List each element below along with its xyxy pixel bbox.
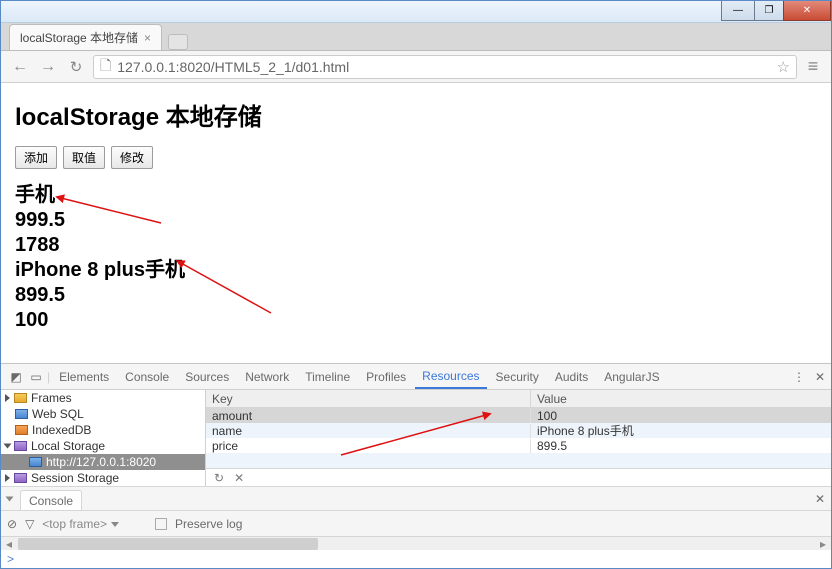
refresh-icon[interactable]: ↻ <box>214 471 224 485</box>
clear-console-icon[interactable]: ⊘ <box>7 517 17 531</box>
output-line: 899.5 <box>15 283 817 308</box>
horizontal-scrollbar[interactable]: ◂▸ <box>1 536 831 550</box>
folder-icon <box>14 393 27 403</box>
delete-icon[interactable]: ✕ <box>234 471 244 485</box>
devtools-tab-elements[interactable]: Elements <box>52 366 116 388</box>
sidebar-item-localstorage[interactable]: Local Storage <box>1 438 205 454</box>
devtools-more-icon[interactable]: ⋮ <box>793 370 805 384</box>
browser-tabstrip: localStorage 本地存储 × <box>1 23 831 51</box>
cell-value: iPhone 8 plus手机 <box>531 422 831 439</box>
storage-icon <box>14 441 27 451</box>
devtools-tab-network[interactable]: Network <box>238 366 296 388</box>
storage-footer: ↻ ✕ <box>206 468 831 486</box>
tab-close-icon[interactable]: × <box>144 31 151 45</box>
new-tab-button[interactable] <box>168 34 188 50</box>
filter-icon[interactable]: ▽ <box>25 517 34 531</box>
browser-tab[interactable]: localStorage 本地存储 × <box>9 24 162 50</box>
devtools-tab-audits[interactable]: Audits <box>548 366 595 388</box>
sidebar-item-localstorage-host[interactable]: http://127.0.0.1:8020 <box>1 454 205 470</box>
window-titlebar: — ❐ ✕ <box>1 1 831 23</box>
db-icon <box>15 409 28 419</box>
devtools-panel: ◩ ▭ | Elements Console Sources Network T… <box>1 363 831 568</box>
output-line: 手机 <box>15 183 817 208</box>
host-icon <box>29 457 42 467</box>
devtools-tab-sources[interactable]: Sources <box>178 366 236 388</box>
add-button[interactable]: 添加 <box>15 146 57 169</box>
table-row[interactable]: amount 100 <box>206 408 831 423</box>
file-icon: 🗋 <box>100 55 111 79</box>
table-row[interactable]: name iPhone 8 plus手机 <box>206 423 831 438</box>
window-maximize-button[interactable]: ❐ <box>754 1 784 21</box>
sidebar-item-frames[interactable]: Frames <box>1 390 205 406</box>
console-prompt[interactable]: > <box>1 550 831 568</box>
window-minimize-button[interactable]: — <box>721 1 755 21</box>
output-lines: 手机 999.5 1788 iPhone 8 plus手机 899.5 100 <box>15 183 817 333</box>
back-button[interactable]: ← <box>9 56 31 78</box>
output-line: 100 <box>15 308 817 333</box>
output-line: 999.5 <box>15 208 817 233</box>
storage-icon <box>14 473 27 483</box>
reload-button[interactable]: ↻ <box>65 56 87 78</box>
devtools-tab-resources[interactable]: Resources <box>415 365 486 389</box>
bookmark-star-icon[interactable]: ☆ <box>777 58 790 76</box>
modify-button[interactable]: 修改 <box>111 146 153 169</box>
table-row[interactable]: price 899.5 <box>206 438 831 453</box>
column-header-key[interactable]: Key <box>206 390 531 407</box>
devtools-drawer-tabs: Console ✕ <box>1 486 831 510</box>
get-button[interactable]: 取值 <box>63 146 105 169</box>
devtools-tab-security[interactable]: Security <box>489 366 546 388</box>
sidebar-item-sessionstorage[interactable]: Session Storage <box>1 470 205 486</box>
cell-value: 899.5 <box>531 439 831 453</box>
cell-value: 100 <box>531 409 831 423</box>
sidebar-item-indexeddb[interactable]: IndexedDB <box>1 422 205 438</box>
devtools-tab-profiles[interactable]: Profiles <box>359 366 413 388</box>
omnibox[interactable]: 🗋 127.0.0.1:8020/HTML5_2_1/d01.html ☆ <box>93 55 797 79</box>
devtools-tab-angularjs[interactable]: AngularJS <box>597 366 666 388</box>
device-mode-icon[interactable]: ▭ <box>27 370 45 384</box>
output-line: iPhone 8 plus手机 <box>15 258 817 283</box>
chevron-down-icon <box>111 522 119 527</box>
column-header-value[interactable]: Value <box>531 390 831 407</box>
page-content: localStorage 本地存储 添加 取值 修改 手机 999.5 1788… <box>1 83 831 333</box>
storage-table: Key Value amount 100 name iPhone 8 plus手… <box>206 390 831 486</box>
console-toolbar: ⊘ ▽ <top frame> Preserve log <box>1 510 831 536</box>
window-close-button[interactable]: ✕ <box>783 1 831 21</box>
inspect-element-icon[interactable]: ◩ <box>7 370 25 384</box>
frame-selector[interactable]: <top frame> <box>42 517 119 531</box>
devtools-close-icon[interactable]: ✕ <box>815 370 825 384</box>
preserve-log-checkbox[interactable] <box>155 518 167 530</box>
table-row[interactable] <box>206 453 831 468</box>
cell-key: price <box>206 439 531 453</box>
address-bar: ← → ↻ 🗋 127.0.0.1:8020/HTML5_2_1/d01.htm… <box>1 51 831 83</box>
output-line: 1788 <box>15 233 817 258</box>
page-heading: localStorage 本地存储 <box>15 97 817 132</box>
url-text: 127.0.0.1:8020/HTML5_2_1/d01.html <box>117 59 349 75</box>
chrome-menu-icon[interactable]: ≡ <box>803 57 823 77</box>
sidebar-item-websql[interactable]: Web SQL <box>1 406 205 422</box>
devtools-tab-timeline[interactable]: Timeline <box>298 366 357 388</box>
tab-title: localStorage 本地存储 <box>20 29 138 46</box>
drawer-close-icon[interactable]: ✕ <box>815 492 825 506</box>
db-icon <box>15 425 28 435</box>
forward-button[interactable]: → <box>37 56 59 78</box>
preserve-log-label: Preserve log <box>175 517 242 531</box>
console-drawer-tab[interactable]: Console <box>20 490 82 511</box>
devtools-tabs: ◩ ▭ | Elements Console Sources Network T… <box>1 364 831 390</box>
cell-key: amount <box>206 409 531 423</box>
devtools-tab-console[interactable]: Console <box>118 366 176 388</box>
cell-key: name <box>206 424 531 438</box>
resources-sidebar: Frames Web SQL IndexedDB Local Storage h… <box>1 390 206 486</box>
